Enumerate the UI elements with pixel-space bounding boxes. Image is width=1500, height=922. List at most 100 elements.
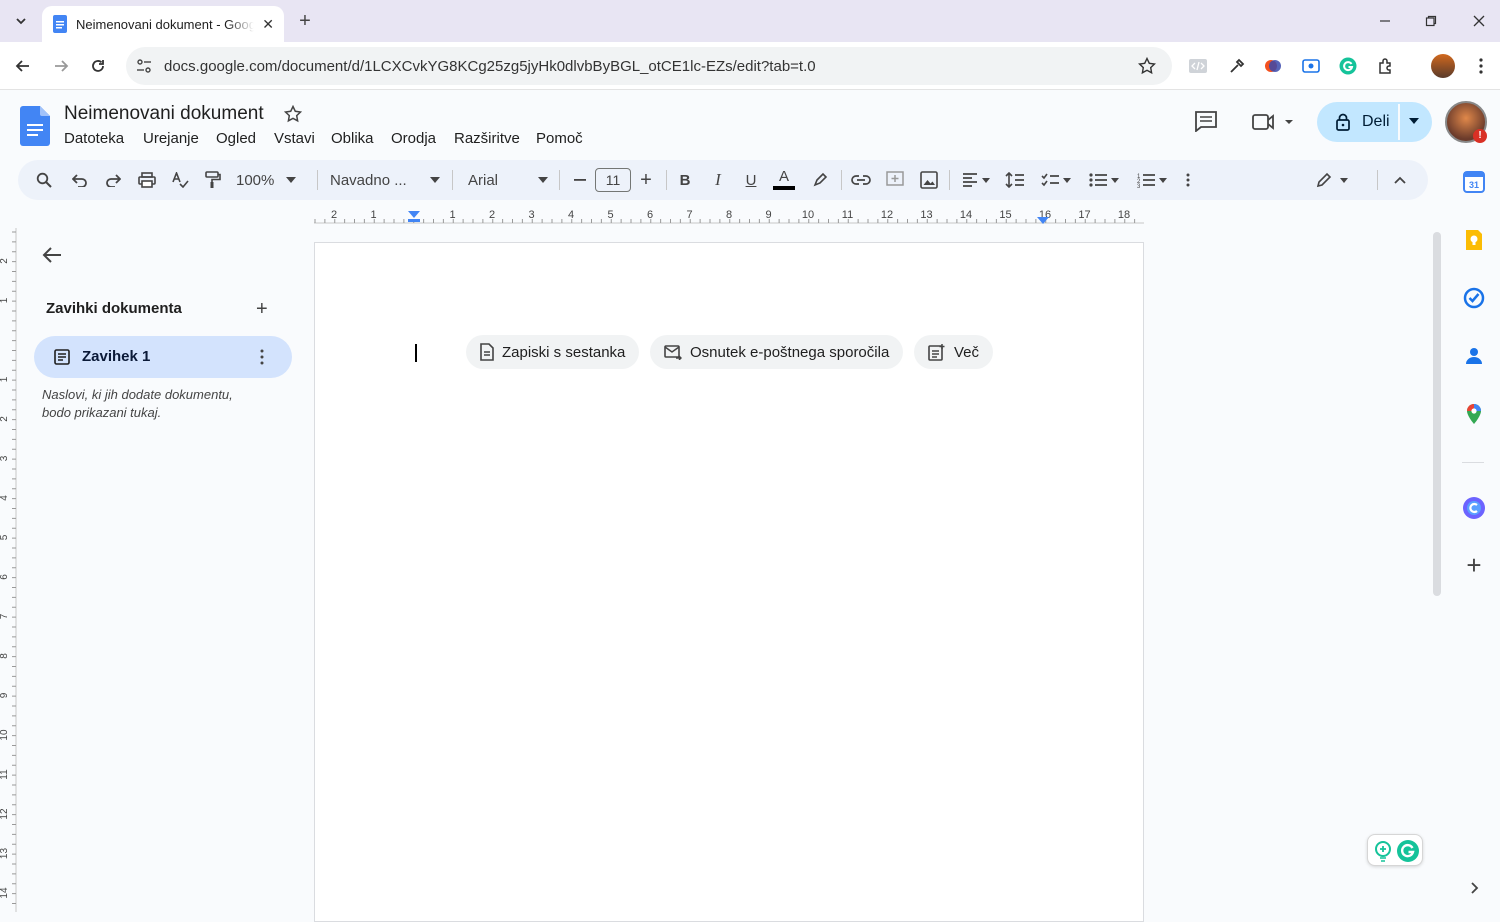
show-side-panel-chevron-icon[interactable]: [1462, 876, 1486, 900]
horizontal-ruler[interactable]: 2 1 1 2 3 4 5 6 7 8 9 10 11 12 13 14 15 16 17 18: [314, 205, 1144, 225]
extension-eyedropper-icon[interactable]: [1226, 55, 1248, 77]
browser-menu-kebab-icon[interactable]: [1470, 54, 1492, 78]
vertical-ruler[interactable]: 2 1 1 2 3 4 5 6 7 8 9 10 11 12 13 14: [0, 228, 18, 912]
insert-link-icon[interactable]: [849, 160, 873, 200]
keep-icon[interactable]: [1462, 228, 1486, 252]
toolbar-divider: [666, 170, 667, 190]
tab-document-icon: [54, 349, 70, 365]
chip-label: Več: [954, 343, 980, 361]
grammarly-logo-icon[interactable]: [1396, 839, 1420, 863]
minimize-window-icon[interactable]: [1372, 8, 1398, 34]
highlight-color-icon[interactable]: [808, 160, 832, 200]
menu-extensions[interactable]: Razširitve: [454, 130, 520, 147]
bold-button[interactable]: B: [673, 160, 697, 200]
account-avatar[interactable]: !: [1445, 101, 1487, 143]
menu-help[interactable]: Pomoč: [536, 130, 583, 147]
editing-mode-pencil-icon[interactable]: [1312, 160, 1352, 200]
font-family-select[interactable]: Arial: [468, 160, 548, 200]
decrease-font-size-icon[interactable]: [570, 160, 590, 200]
extension-colorful-icon[interactable]: [1262, 55, 1284, 77]
tab-options-kebab-icon[interactable]: [260, 349, 264, 365]
align-menu-icon[interactable]: [958, 160, 994, 200]
paint-format-icon[interactable]: [201, 160, 225, 200]
grammarly-idea-bulb-icon[interactable]: [1373, 840, 1393, 862]
left-indent-marker-icon[interactable]: [408, 211, 420, 222]
menu-edit[interactable]: Urejanje: [143, 130, 199, 147]
add-comment-icon[interactable]: [883, 160, 907, 200]
comments-icon[interactable]: [1194, 110, 1218, 132]
addon-c-icon[interactable]: [1462, 496, 1486, 520]
ruler-label: 9: [765, 209, 771, 221]
italic-button[interactable]: I: [706, 160, 730, 200]
underline-button[interactable]: U: [739, 160, 763, 200]
insert-image-icon[interactable]: [917, 160, 941, 200]
ruler-label: 11: [842, 209, 853, 221]
restore-window-icon[interactable]: [1418, 8, 1444, 34]
ruler-label: 6: [647, 209, 653, 221]
menu-format[interactable]: Oblika: [331, 130, 374, 147]
grammarly-floating-widget[interactable]: [1367, 834, 1423, 866]
more-options-kebab-icon[interactable]: [1178, 160, 1198, 200]
back-arrow-icon[interactable]: [10, 53, 36, 79]
template-chip-more[interactable]: Več: [914, 335, 994, 369]
menu-view[interactable]: Ogled: [216, 130, 256, 147]
increase-font-size-icon[interactable]: +: [636, 160, 656, 200]
text-color-button[interactable]: A: [772, 160, 796, 200]
alert-badge-icon: !: [1473, 129, 1487, 143]
menu-insert[interactable]: Vstavi: [274, 130, 315, 147]
template-chip-meeting-notes[interactable]: Zapiski s sestanka: [466, 335, 640, 369]
get-addons-plus-icon[interactable]: +: [1462, 552, 1486, 578]
star-document-icon[interactable]: [284, 105, 302, 123]
document-page[interactable]: Zapiski s sestanka Osnutek e-poštnega sp…: [314, 242, 1144, 922]
spellcheck-icon[interactable]: [168, 160, 192, 200]
address-bar[interactable]: docs.google.com/document/d/1LCXCvkYG8KCg…: [126, 47, 1172, 85]
bookmark-star-icon[interactable]: [1138, 57, 1156, 75]
font-size-input[interactable]: 11: [595, 168, 631, 192]
reload-icon[interactable]: [85, 53, 111, 79]
vruler-label: 2: [0, 258, 10, 264]
menu-tools[interactable]: Orodja: [391, 130, 436, 147]
extensions-puzzle-icon[interactable]: [1375, 55, 1397, 77]
document-title[interactable]: Neimenovani dokument: [64, 103, 264, 125]
url-text: docs.google.com/document/d/1LCXCvkYG8KCg…: [164, 57, 816, 75]
maps-icon[interactable]: [1462, 402, 1486, 426]
checklist-icon[interactable]: [1036, 160, 1076, 200]
close-tab-icon[interactable]: ✕: [262, 16, 274, 33]
template-chip-email-draft[interactable]: Osnutek e-poštnega sporočila: [650, 335, 904, 369]
site-info-icon[interactable]: [136, 58, 152, 74]
paragraph-style-select[interactable]: Navadno ...: [330, 160, 440, 200]
ruler-label: 2: [331, 209, 337, 221]
style-caret-icon: [430, 177, 440, 183]
zoom-select[interactable]: 100%: [236, 160, 306, 200]
new-tab-plus-icon[interactable]: +: [292, 8, 318, 34]
grammarly-extension-icon[interactable]: [1337, 55, 1359, 77]
bulleted-list-icon[interactable]: [1084, 160, 1124, 200]
forward-arrow-icon[interactable]: [48, 53, 74, 79]
document-tab-item-active[interactable]: Zavihek 1: [34, 336, 292, 378]
close-outline-back-arrow-icon[interactable]: [42, 246, 62, 264]
redo-icon[interactable]: [101, 160, 125, 200]
tab-search-chevron-icon[interactable]: [8, 8, 34, 34]
extension-screen-record-icon[interactable]: [1300, 55, 1322, 77]
calendar-icon[interactable]: 31: [1462, 170, 1486, 194]
close-window-icon[interactable]: [1466, 8, 1492, 34]
contacts-icon[interactable]: [1462, 344, 1486, 368]
share-dropdown-caret-icon[interactable]: [1409, 118, 1419, 124]
search-menus-icon[interactable]: [32, 160, 56, 200]
hide-menus-chevron-up-icon[interactable]: [1388, 160, 1412, 200]
line-spacing-icon[interactable]: [1003, 160, 1027, 200]
google-docs-logo-icon[interactable]: [20, 106, 50, 146]
undo-icon[interactable]: [68, 160, 92, 200]
tasks-icon[interactable]: [1462, 286, 1486, 310]
extension-code-icon[interactable]: [1186, 55, 1210, 77]
meet-video-icon[interactable]: [1252, 112, 1294, 132]
print-icon[interactable]: [135, 160, 159, 200]
numbered-list-icon[interactable]: 123: [1132, 160, 1172, 200]
document-scrollbar-thumb[interactable]: [1433, 232, 1441, 596]
menu-file[interactable]: Datoteka: [64, 130, 124, 147]
profile-avatar[interactable]: [1431, 54, 1455, 78]
add-tab-plus-icon[interactable]: +: [256, 298, 268, 321]
browser-tab-active[interactable]: Neimenovani dokument - Goog ✕: [42, 6, 284, 42]
share-button[interactable]: Deli: [1317, 102, 1432, 142]
ruler-label: 1: [449, 209, 455, 221]
